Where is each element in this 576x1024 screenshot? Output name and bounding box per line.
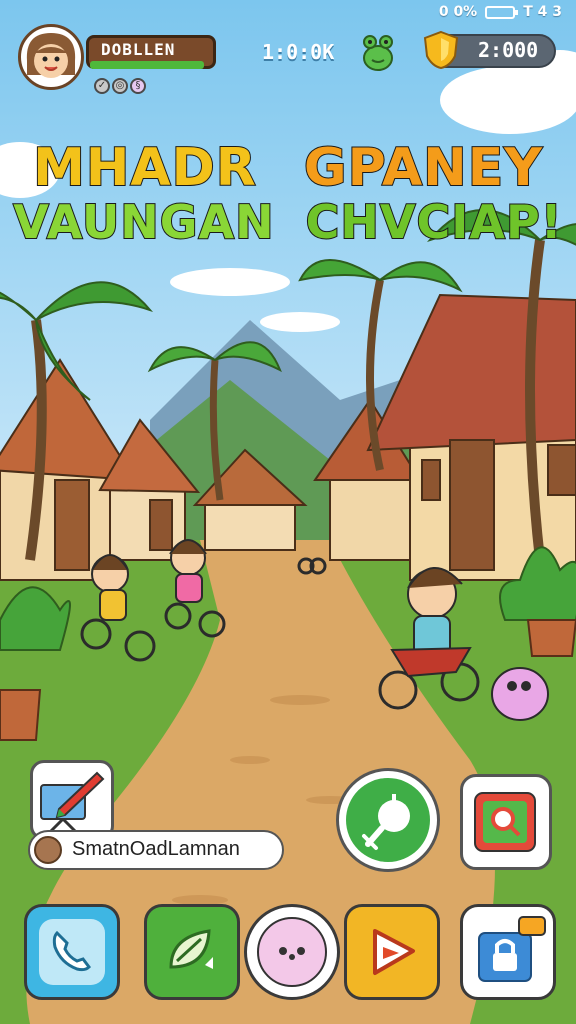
play-button[interactable] bbox=[344, 904, 440, 1000]
title-word: VAUNGAN bbox=[12, 194, 275, 250]
player-avatar[interactable] bbox=[18, 24, 84, 90]
shield-coin-icon bbox=[423, 30, 459, 70]
whistle-action-fill bbox=[346, 778, 430, 862]
blob-face-icon bbox=[257, 917, 327, 987]
badge-row: ✓ ◎ § bbox=[94, 78, 146, 94]
pencil-board-icon bbox=[40, 771, 105, 833]
swirl-icon[interactable]: § bbox=[130, 78, 146, 94]
network-indicator: T 4 3 bbox=[523, 4, 562, 20]
leaf-refresh-icon bbox=[169, 929, 213, 969]
avatar-face-icon bbox=[26, 33, 76, 78]
title-word: CHVCIAP! bbox=[305, 194, 563, 250]
whistle-icon bbox=[362, 794, 410, 850]
play-arrow-icon bbox=[373, 929, 415, 975]
battery-icon bbox=[485, 5, 519, 19]
profile-chip-label: SmatnOadLamnan bbox=[72, 838, 240, 860]
chip-avatar bbox=[34, 836, 62, 864]
title-word: MHADR bbox=[32, 137, 257, 199]
title-word: GPANEY bbox=[303, 137, 543, 199]
edit-profile-button[interactable] bbox=[30, 760, 114, 840]
eye-icon[interactable]: ◎ bbox=[112, 78, 128, 94]
chat-lock-icon bbox=[478, 916, 546, 982]
battery-percent: 0 0% bbox=[438, 4, 478, 20]
check-icon[interactable]: ✓ bbox=[94, 78, 110, 94]
game-title-line-1: MHADR GPANEY bbox=[0, 137, 576, 199]
phone-icon bbox=[39, 919, 105, 985]
chat-lock-button[interactable] bbox=[460, 904, 556, 1000]
game-title-line-2: VAUNGAN CHVCIAP! bbox=[0, 194, 576, 250]
status-bar: 0 0% T 4 3 bbox=[439, 4, 562, 20]
leaf-refresh-button[interactable] bbox=[144, 904, 240, 1000]
frog-icon[interactable] bbox=[360, 32, 396, 72]
pet-button[interactable] bbox=[244, 904, 340, 1000]
timer-readout: 1:0:0K bbox=[262, 40, 335, 64]
coin-amount: 2:000 bbox=[478, 38, 539, 62]
phone-button[interactable] bbox=[24, 904, 120, 1000]
map-card-icon bbox=[474, 792, 536, 852]
player-name: DOBLLEN bbox=[101, 40, 176, 59]
xp-bar bbox=[90, 61, 204, 69]
map-card-button[interactable] bbox=[460, 774, 552, 870]
